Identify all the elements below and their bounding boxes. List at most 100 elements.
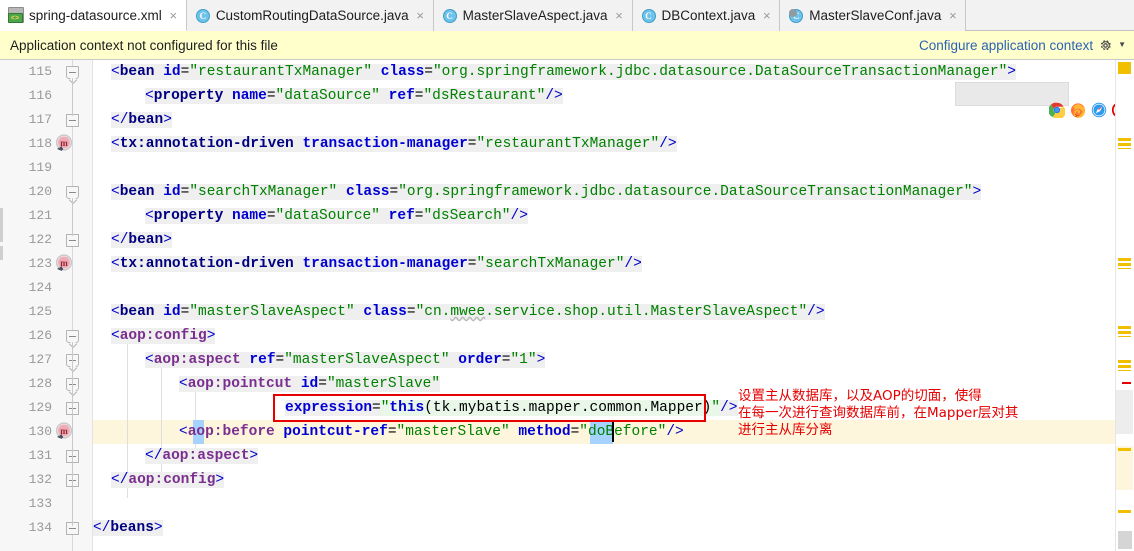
gear-icon[interactable] [1099, 39, 1112, 52]
tab-close-icon[interactable]: × [614, 9, 625, 22]
current-line-band [1116, 446, 1133, 490]
method-override-marker-icon[interactable]: m [54, 254, 73, 273]
method-override-marker-icon[interactable]: m [54, 422, 73, 441]
ide-editor-window: spring-datasource.xml × C CustomRoutingD… [0, 0, 1134, 551]
line-number: 132 [28, 472, 52, 487]
code-line-115: <bean id="restaurantTxManager" class="or… [111, 64, 1016, 80]
code-line-132: </aop:config> [111, 472, 225, 488]
marker-gutter-thumb[interactable] [1116, 390, 1133, 434]
fold-region-line [72, 342, 73, 486]
line-number: 119 [28, 160, 52, 175]
chrome-browser-icon[interactable] [962, 86, 1066, 120]
tab-label: MasterSlaveConf.java [809, 8, 942, 23]
fold-region-line [72, 486, 73, 526]
code-line-130: <aop:before pointcut-ref="masterSlave" m… [179, 424, 684, 440]
tab-customroutingdatasource-java[interactable]: C CustomRoutingDataSource.java × [186, 0, 434, 31]
xml-file-icon [8, 7, 24, 23]
line-number: 127 [28, 352, 52, 367]
line-number: 117 [28, 112, 52, 127]
method-override-marker-icon[interactable]: m [54, 134, 73, 153]
marker-warning[interactable] [1118, 510, 1131, 513]
line-number: 134 [28, 520, 52, 535]
code-line-126: <aop:config> [111, 328, 216, 344]
line-number: 123 [28, 256, 52, 271]
java-class-icon: C [195, 8, 211, 24]
marker-warning[interactable] [1118, 326, 1131, 337]
code-line-122: </bean> [111, 232, 172, 248]
tab-masterslaveaspect-java[interactable]: C MasterSlaveAspect.java × [433, 0, 633, 31]
code-line-116: <property name="dataSource" ref="dsResta… [145, 88, 563, 104]
annotation-line-2: 在每一次进行查询数据库前，在Mapper层对其 [738, 405, 1019, 421]
line-number: 115 [28, 64, 52, 79]
line-number: 129 [28, 400, 52, 415]
line-number: 125 [28, 304, 52, 319]
marker-warning[interactable] [1118, 138, 1131, 149]
code-line-125: <bean id="masterSlaveAspect" class="cn.m… [111, 304, 825, 320]
line-number: 131 [28, 448, 52, 463]
configure-application-context-link[interactable]: Configure application context [919, 38, 1093, 53]
code-line-129: expression="this(tk.mybatis.mapper.commo… [285, 400, 738, 416]
marker-warning[interactable] [1118, 62, 1131, 74]
line-number: 130 [28, 424, 52, 439]
text-caret [612, 422, 614, 442]
firefox-browser-icon[interactable] [983, 86, 1086, 118]
tab-close-icon[interactable]: × [415, 9, 426, 22]
marker-error[interactable] [1122, 382, 1131, 384]
code-line-134: </beans> [93, 520, 163, 536]
marker-warning[interactable] [1118, 360, 1131, 371]
line-number: 121 [28, 208, 52, 223]
code-line-127: <aop:aspect ref="masterSlaveAspect" orde… [145, 352, 546, 368]
code-content[interactable]: <bean id="restaurantTxManager" class="or… [93, 60, 1134, 551]
marker-warning[interactable] [1118, 258, 1131, 269]
code-line-128: <aop:pointcut id="masterSlave" [179, 376, 441, 392]
code-editor[interactable]: 115 116 117 118 119 120 121 122 123 124 … [0, 60, 1134, 551]
editor-tab-bar: spring-datasource.xml × C CustomRoutingD… [0, 0, 1134, 31]
tab-label: CustomRoutingDataSource.java [215, 8, 409, 23]
line-number: 122 [28, 232, 52, 247]
fold-region-line [72, 78, 73, 116]
safari-browser-icon[interactable] [1004, 86, 1107, 118]
line-number: 118 [28, 136, 52, 151]
tab-masterslaveconf-java[interactable]: C MasterSlaveConf.java × [780, 0, 967, 31]
tab-label: DBContext.java [661, 8, 756, 23]
notification-actions: Configure application context ▼ [919, 38, 1134, 53]
annotation-note: 设置主从数据库，以及AOP的切面，使得 在每一次进行查询数据库前，在Mapper… [738, 388, 1018, 439]
vertical-scrollbar-thumb[interactable] [1118, 531, 1132, 549]
left-scrollbar-thumb[interactable] [0, 208, 3, 242]
java-class-icon: C [442, 8, 458, 24]
annotation-line-3: 进行主从库分离 [738, 422, 833, 438]
code-line-117: </bean> [111, 112, 172, 128]
tab-spring-datasource-xml[interactable]: spring-datasource.xml × [0, 0, 187, 31]
annotation-line-1: 设置主从数据库，以及AOP的切面，使得 [738, 388, 982, 404]
tab-close-icon[interactable]: × [761, 9, 772, 22]
line-number: 128 [28, 376, 52, 391]
code-line-118: <tx:annotation-driven transaction-manage… [111, 136, 677, 152]
internet-explorer-browser-icon[interactable] [1046, 86, 1134, 115]
line-number: 124 [28, 280, 52, 295]
chevron-down-icon[interactable]: ▼ [1118, 41, 1126, 49]
code-line-120: <bean id="searchTxManager" class="org.sp… [111, 184, 982, 200]
editor-gutter[interactable]: 115 116 117 118 119 120 121 122 123 124 … [0, 60, 93, 551]
line-number: 116 [28, 88, 52, 103]
line-number: 120 [28, 184, 52, 199]
java-class-icon: C [641, 8, 657, 24]
code-line-121: <property name="dataSource" ref="dsSearc… [145, 208, 528, 224]
line-number: 126 [28, 328, 52, 343]
browser-run-toolbar[interactable] [955, 82, 1134, 120]
line-number: 133 [28, 496, 52, 511]
tab-close-icon[interactable]: × [168, 9, 179, 22]
opera-browser-icon[interactable] [1025, 86, 1129, 119]
tab-close-icon[interactable]: × [947, 9, 958, 22]
editor-marker-gutter[interactable] [1115, 60, 1134, 551]
notification-message: Application context not configured for t… [10, 37, 278, 53]
left-scrollbar-thumb[interactable] [0, 246, 3, 260]
code-line-123: <tx:annotation-driven transaction-manage… [111, 256, 642, 272]
tab-bar-empty-space [966, 0, 1134, 30]
tab-label: spring-datasource.xml [29, 7, 162, 23]
marker-warning[interactable] [1118, 448, 1131, 451]
tab-dbcontext-java[interactable]: C DBContext.java × [632, 0, 781, 31]
application-context-notification-bar: Application context not configured for t… [0, 31, 1134, 60]
tab-label: MasterSlaveAspect.java [462, 8, 608, 23]
java-config-class-icon: C [788, 8, 804, 24]
code-line-131: </aop:aspect> [145, 448, 259, 464]
